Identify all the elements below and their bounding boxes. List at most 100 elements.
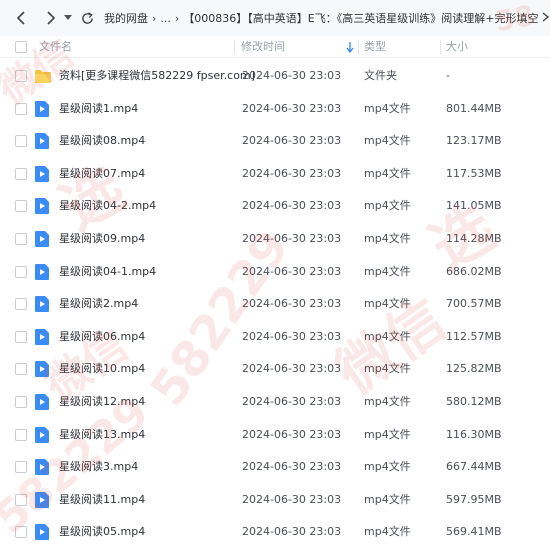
file-type: mp4文件 (364, 460, 411, 474)
row-checkbox[interactable] (15, 363, 27, 376)
file-size: 125.82MB (446, 362, 502, 376)
row-checkbox[interactable] (15, 135, 27, 148)
breadcrumb-expand-icon[interactable] (542, 11, 550, 25)
file-name: 星级阅读07.mp4 (59, 166, 146, 180)
file-size: 700.57MB (446, 297, 502, 311)
file-row[interactable]: 星级阅读08.mp4 2024-06-30 23:03 mp4文件 123.17MB (0, 125, 550, 157)
file-type: mp4文件 (364, 199, 411, 213)
file-row[interactable]: 星级阅读06.mp4 2024-06-30 23:03 mp4文件 112.57MB (0, 321, 550, 353)
file-row[interactable]: 星级阅读13.mp4 2024-06-30 23:03 mp4文件 116.30MB (0, 419, 550, 451)
column-size[interactable]: 大小 (446, 36, 468, 58)
file-name: 星级阅读09.mp4 (59, 232, 146, 245)
file-row[interactable]: 星级阅读07.mp4 2024-06-30 23:03 mp4文件 117.53MB (0, 158, 550, 190)
file-type: mp4文件 (364, 134, 411, 148)
file-name: 星级阅读1.mp4 (59, 101, 139, 115)
chevron-right-icon (543, 12, 550, 22)
caret-down-icon (64, 15, 72, 20)
file-type: mp4文件 (364, 492, 411, 506)
modified-time: 2024-06-30 23:03 (242, 101, 342, 115)
file-name: 星级阅读04-1.mp4 (59, 264, 157, 278)
video-file-icon (35, 198, 49, 215)
folder-icon (35, 70, 51, 83)
file-row[interactable]: 星级阅读05.mp4 2024-06-30 23:03 mp4文件 569.41MB (0, 516, 550, 548)
row-checkbox[interactable] (15, 461, 27, 474)
modified-time: 2024-06-30 23:03 (242, 427, 342, 441)
file-row[interactable]: 星级阅读1.mp4 2024-06-30 23:03 mp4文件 801.44MB (0, 93, 550, 125)
file-name: 资料[更多课程微信582229 fpser.com] (59, 69, 255, 82)
row-checkbox[interactable] (15, 330, 27, 343)
file-name: 星级阅读3.mp4 (59, 460, 139, 474)
file-row[interactable]: 星级阅读3.mp4 2024-06-30 23:03 mp4文件 667.44MB (0, 451, 550, 483)
column-divider[interactable] (234, 40, 235, 54)
file-type: 文件夹 (364, 69, 397, 82)
file-type: mp4文件 (364, 232, 411, 245)
file-row[interactable]: 星级阅读12.mp4 2024-06-30 23:03 mp4文件 580.12MB (0, 386, 550, 418)
arrow-down-icon[interactable] (345, 40, 355, 54)
file-type: mp4文件 (364, 329, 411, 343)
video-file-icon (35, 491, 49, 508)
modified-time: 2024-06-30 23:03 (242, 329, 342, 343)
row-checkbox[interactable] (15, 526, 27, 539)
file-size: 801.44MB (446, 101, 502, 115)
file-row[interactable]: 星级阅读09.mp4 2024-06-30 23:03 mp4文件 114.28MB (0, 223, 550, 255)
column-type[interactable]: 类型 (364, 36, 386, 58)
file-size: 667.44MB (446, 460, 502, 474)
modified-time: 2024-06-30 23:03 (242, 264, 342, 278)
file-size: 123.17MB (446, 134, 502, 148)
video-file-icon (35, 459, 49, 476)
file-size: 116.30MB (446, 427, 502, 441)
row-checkbox[interactable] (15, 265, 27, 278)
column-modified[interactable]: 修改时间 (241, 36, 285, 58)
video-file-icon (35, 394, 49, 410)
file-name: 星级阅读04-2.mp4 (59, 199, 157, 213)
refresh-icon (81, 11, 93, 24)
file-size: 117.53MB (446, 166, 502, 180)
file-size: 112.57MB (446, 329, 502, 343)
video-file-icon (35, 328, 49, 345)
column-divider[interactable] (440, 40, 441, 54)
row-checkbox[interactable] (15, 102, 27, 115)
video-file-icon (35, 133, 49, 150)
file-row[interactable]: 星级阅读11.mp4 2024-06-30 23:03 mp4文件 597.95MB (0, 484, 550, 516)
history-dropdown-button[interactable] (62, 7, 74, 29)
file-name: 星级阅读05.mp4 (59, 525, 146, 539)
row-checkbox[interactable] (15, 428, 27, 441)
row-checkbox[interactable] (15, 396, 27, 408)
breadcrumb-separator: › (174, 11, 180, 25)
breadcrumb-item-ellipsis[interactable]: ... (160, 12, 171, 25)
file-row[interactable]: 星级阅读2.mp4 2024-06-30 23:03 mp4文件 700.57MB (0, 288, 550, 320)
refresh-button[interactable] (76, 7, 98, 29)
row-checkbox[interactable] (15, 200, 27, 213)
video-file-icon (35, 263, 49, 280)
column-divider[interactable] (358, 40, 359, 54)
row-checkbox[interactable] (15, 70, 27, 82)
file-size: 569.41MB (446, 525, 502, 539)
forward-button[interactable] (40, 7, 62, 29)
row-checkbox[interactable] (15, 493, 27, 506)
file-type: mp4文件 (364, 362, 411, 376)
file-row[interactable]: 星级阅读04-1.mp4 2024-06-30 23:03 mp4文件 686.02M… (0, 256, 550, 288)
file-size: 114.28MB (446, 232, 502, 245)
file-size: 141.05MB (446, 199, 502, 213)
row-checkbox[interactable] (15, 298, 27, 311)
file-row[interactable]: 星级阅读10.mp4 2024-06-30 23:03 mp4文件 125.82MB (0, 353, 550, 385)
file-type: mp4文件 (364, 264, 411, 278)
file-type: mp4文件 (364, 297, 411, 311)
back-button[interactable] (10, 7, 32, 29)
select-all-checkbox[interactable] (15, 41, 27, 53)
file-type: mp4文件 (364, 395, 411, 408)
breadcrumb-item-current[interactable]: 【000836】【高中英语】E飞：《高三英语星级训练》阅读理解+完形填空 (183, 10, 538, 26)
file-row[interactable]: 资料[更多课程微信582229 fpser.com] 2024-06-30 23:… (0, 60, 550, 92)
breadcrumb-item-root[interactable]: 我的网盘 (104, 10, 148, 26)
file-type: mp4文件 (364, 427, 411, 441)
file-name: 星级阅读10.mp4 (59, 362, 146, 376)
row-checkbox[interactable] (15, 233, 27, 245)
file-name: 星级阅读06.mp4 (59, 329, 146, 343)
video-file-icon (35, 296, 49, 313)
modified-time: 2024-06-30 23:03 (242, 69, 342, 82)
file-row[interactable]: 星级阅读04-2.mp4 2024-06-30 23:03 mp4文件 141.05M… (0, 190, 550, 222)
column-name[interactable]: 文件名 (39, 36, 72, 58)
row-checkbox[interactable] (15, 167, 27, 180)
modified-time: 2024-06-30 23:03 (242, 525, 342, 539)
chevron-left-icon (16, 11, 25, 25)
